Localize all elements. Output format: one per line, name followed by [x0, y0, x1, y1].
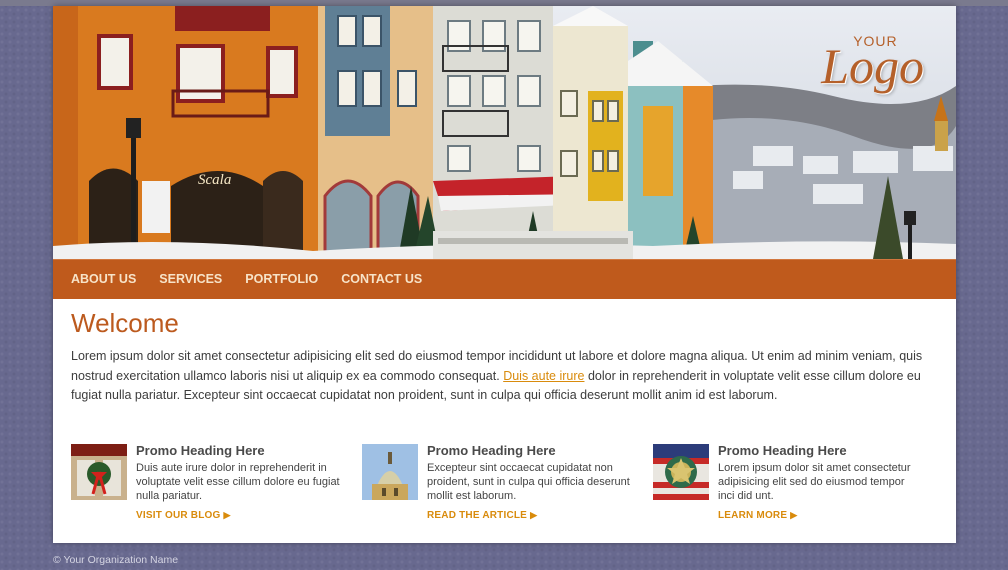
footer-copyright: © Your Organization Name — [53, 554, 179, 566]
visit-blog-link[interactable]: VISIT OUR BLOG ▶ — [136, 510, 231, 521]
arrow-right-icon: ▶ — [790, 510, 798, 520]
nav-portfolio[interactable]: PORTFOLIO — [245, 260, 318, 299]
arrow-right-icon: ▶ — [530, 510, 538, 520]
arrow-right-icon: ▶ — [223, 510, 231, 520]
learn-more-link[interactable]: LEARN MORE ▶ — [718, 510, 797, 521]
ornament-badge-image — [653, 444, 709, 500]
promo-link-label: VISIT OUR BLOG — [136, 510, 221, 521]
logo-small-text: YOUR — [853, 33, 898, 49]
nav-services[interactable]: SERVICES — [159, 260, 222, 299]
promo-text: Excepteur sint occaecat cupidatat non pr… — [427, 462, 630, 502]
page-container: Scala YOUR Logo ABOUT US SERVICES PORTFO… — [53, 6, 956, 543]
church-dome-image — [362, 444, 418, 500]
read-article-link[interactable]: READ THE ARTICLE ▶ — [427, 510, 537, 521]
intro-link[interactable]: Duis aute irure — [503, 369, 584, 383]
main-nav: ABOUT US SERVICES PORTFOLIO CONTACT US — [53, 259, 956, 299]
shop-sign: Scala — [198, 172, 231, 188]
promo-text: Lorem ipsum dolor sit amet consectetur a… — [718, 462, 911, 502]
hero-banner: Scala YOUR Logo — [53, 6, 956, 259]
intro-paragraph: Lorem ipsum dolor sit amet consectetur a… — [71, 347, 931, 406]
promo-link-label: LEARN MORE — [718, 510, 788, 521]
page-title: Welcome — [71, 308, 179, 338]
promo-link-label: READ THE ARTICLE — [427, 510, 528, 521]
promo-heading: Promo Heading Here — [427, 443, 556, 458]
christmas-wreath-image — [71, 444, 127, 500]
promo-heading: Promo Heading Here — [136, 443, 265, 458]
nav-contact-us[interactable]: CONTACT US — [341, 260, 422, 299]
promo-text: Duis aute irure dolor in reprehenderit i… — [136, 462, 340, 502]
promo-heading: Promo Heading Here — [718, 443, 847, 458]
site-logo[interactable]: YOUR Logo — [821, 31, 924, 91]
nav-about-us[interactable]: ABOUT US — [71, 260, 136, 299]
